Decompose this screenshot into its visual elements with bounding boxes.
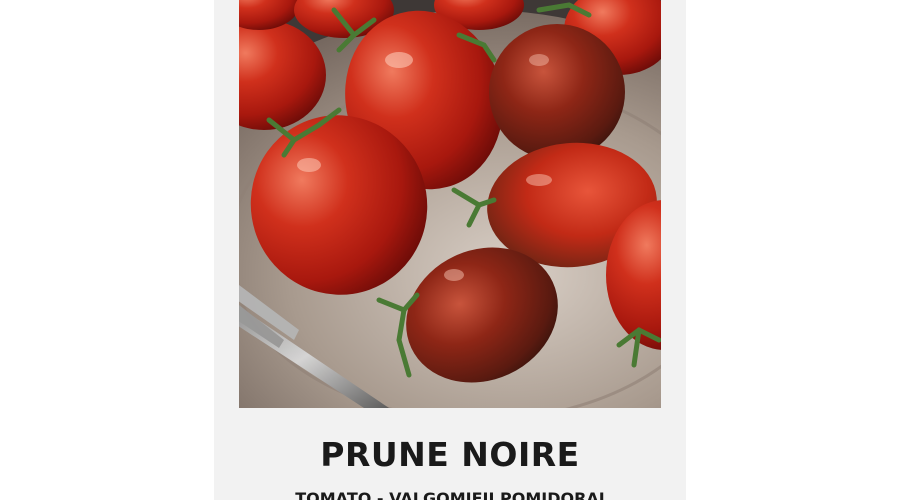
- product-image[interactable]: [239, 0, 661, 408]
- product-subtitle: TOMATO - VALGOMIEJI POMIDORAI: [295, 489, 605, 500]
- page: PRUNE NOIRE TOMATO - VALGOMIEJI POMIDORA…: [0, 0, 900, 500]
- tomato-photo: [239, 0, 661, 408]
- product-card[interactable]: PRUNE NOIRE TOMATO - VALGOMIEJI POMIDORA…: [214, 0, 686, 500]
- product-name[interactable]: PRUNE NOIRE: [214, 432, 686, 478]
